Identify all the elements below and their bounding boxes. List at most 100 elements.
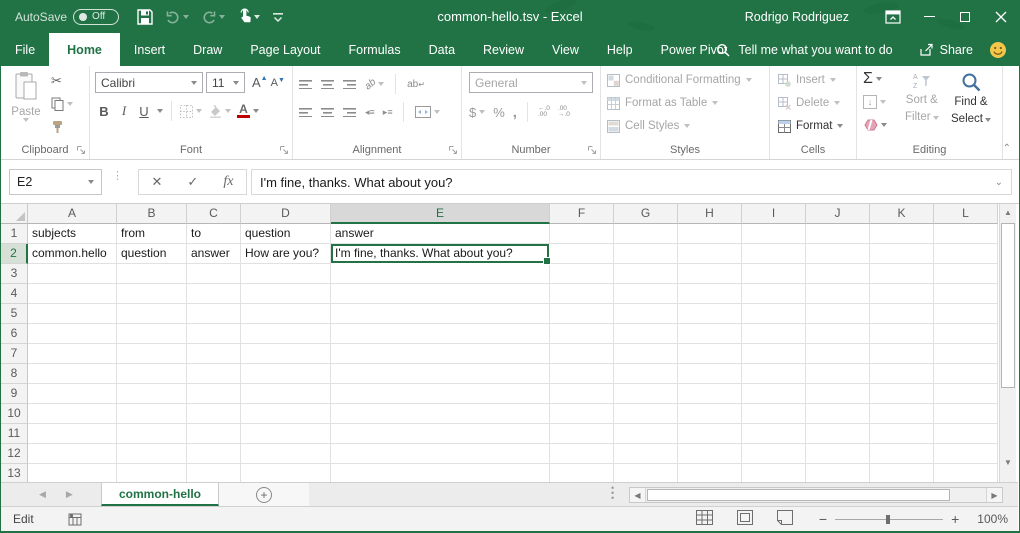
- cell-C11[interactable]: [187, 424, 241, 444]
- cell-A8[interactable]: [28, 364, 117, 384]
- zoom-level[interactable]: 100%: [977, 512, 1008, 526]
- cell-L10[interactable]: [934, 404, 998, 424]
- cell-A7[interactable]: [28, 344, 117, 364]
- cell-B3[interactable]: [117, 264, 187, 284]
- middle-align-button[interactable]: [321, 80, 334, 89]
- cell-H10[interactable]: [678, 404, 742, 424]
- cell-I3[interactable]: [742, 264, 806, 284]
- cell-F11[interactable]: [550, 424, 614, 444]
- touch-mouse-mode-button[interactable]: [233, 4, 264, 30]
- zoom-in-button[interactable]: +: [951, 513, 959, 525]
- formula-input[interactable]: I'm fine, thanks. What about you? ⌄: [251, 169, 1012, 195]
- horizontal-scrollbar-thumb[interactable]: [647, 489, 950, 501]
- fill-color-button[interactable]: [208, 105, 231, 118]
- copy-button[interactable]: [51, 96, 73, 112]
- row-header-2[interactable]: 2: [1, 244, 28, 264]
- cell-J4[interactable]: [806, 284, 870, 304]
- next-sheet-arrow[interactable]: ▶: [66, 489, 73, 500]
- cell-L2[interactable]: [934, 244, 998, 264]
- cell-E12[interactable]: [331, 444, 550, 464]
- cell-J13[interactable]: [806, 464, 870, 482]
- cell-B7[interactable]: [117, 344, 187, 364]
- column-header-D[interactable]: D: [241, 204, 331, 224]
- cell-B10[interactable]: [117, 404, 187, 424]
- cell-H9[interactable]: [678, 384, 742, 404]
- cell-C7[interactable]: [187, 344, 241, 364]
- horizontal-scrollbar[interactable]: ◀ ▶: [629, 487, 1003, 503]
- new-sheet-button[interactable]: +: [256, 487, 272, 503]
- cell-B11[interactable]: [117, 424, 187, 444]
- cell-J2[interactable]: [806, 244, 870, 264]
- user-name[interactable]: Rodrigo Rodriguez: [745, 10, 849, 24]
- column-header-C[interactable]: C: [187, 204, 241, 224]
- tab-help[interactable]: Help: [593, 33, 647, 66]
- tab-review[interactable]: Review: [469, 33, 538, 66]
- cell-H5[interactable]: [678, 304, 742, 324]
- align-left-button[interactable]: [299, 108, 312, 117]
- find-select-button[interactable]: Find & Select: [951, 72, 991, 126]
- cell-C2[interactable]: answer: [187, 244, 241, 264]
- cell-G3[interactable]: [614, 264, 678, 284]
- cell-I8[interactable]: [742, 364, 806, 384]
- tab-insert[interactable]: Insert: [120, 33, 179, 66]
- collapse-ribbon-button[interactable]: ⌃: [1003, 143, 1011, 154]
- cell-E6[interactable]: [331, 324, 550, 344]
- cell-D6[interactable]: [241, 324, 331, 344]
- scroll-up-arrow[interactable]: ▲: [1000, 204, 1016, 221]
- page-break-preview-button[interactable]: [777, 510, 793, 528]
- cell-F9[interactable]: [550, 384, 614, 404]
- cell-A3[interactable]: [28, 264, 117, 284]
- cell-H11[interactable]: [678, 424, 742, 444]
- name-box[interactable]: E2: [9, 169, 102, 195]
- cell-E3[interactable]: [331, 264, 550, 284]
- tab-file[interactable]: File: [1, 33, 49, 66]
- cell-B5[interactable]: [117, 304, 187, 324]
- tab-draw[interactable]: Draw: [179, 33, 236, 66]
- clipboard-dialog-launcher[interactable]: [76, 145, 86, 155]
- cell-I5[interactable]: [742, 304, 806, 324]
- paste-dropdown-caret[interactable]: [23, 118, 29, 122]
- column-header-F[interactable]: F: [550, 204, 614, 224]
- cell-A5[interactable]: [28, 304, 117, 324]
- cut-button[interactable]: ✂: [51, 73, 73, 89]
- redo-button[interactable]: [197, 4, 229, 30]
- enter-button[interactable]: ✓: [187, 174, 198, 190]
- insert-function-button[interactable]: fx: [223, 174, 233, 190]
- cell-G6[interactable]: [614, 324, 678, 344]
- cell-I13[interactable]: [742, 464, 806, 482]
- cell-J3[interactable]: [806, 264, 870, 284]
- cell-E13[interactable]: [331, 464, 550, 482]
- font-color-dropdown-caret[interactable]: [253, 109, 259, 113]
- cell-B9[interactable]: [117, 384, 187, 404]
- cell-A13[interactable]: [28, 464, 117, 482]
- cell-G9[interactable]: [614, 384, 678, 404]
- column-header-L[interactable]: L: [934, 204, 998, 224]
- clear-button[interactable]: [863, 116, 887, 134]
- cell-A1[interactable]: subjects: [28, 224, 117, 244]
- cell-L4[interactable]: [934, 284, 998, 304]
- cell-F6[interactable]: [550, 324, 614, 344]
- cell-L12[interactable]: [934, 444, 998, 464]
- cell-F13[interactable]: [550, 464, 614, 482]
- cell-D11[interactable]: [241, 424, 331, 444]
- cell-G11[interactable]: [614, 424, 678, 444]
- fill-button[interactable]: ↓: [863, 93, 887, 111]
- decrease-font-size-button[interactable]: A▼: [271, 77, 285, 89]
- font-color-button[interactable]: A: [237, 104, 259, 118]
- cell-G1[interactable]: [614, 224, 678, 244]
- cell-B4[interactable]: [117, 284, 187, 304]
- ribbon-display-options-button[interactable]: [875, 0, 911, 33]
- scroll-left-arrow[interactable]: ◀: [630, 488, 646, 502]
- column-header-B[interactable]: B: [117, 204, 187, 224]
- cell-B12[interactable]: [117, 444, 187, 464]
- cell-C10[interactable]: [187, 404, 241, 424]
- cell-F5[interactable]: [550, 304, 614, 324]
- cell-A2[interactable]: common.hello: [28, 244, 117, 264]
- cell-F1[interactable]: [550, 224, 614, 244]
- cell-K6[interactable]: [870, 324, 934, 344]
- accounting-format-button[interactable]: $: [469, 105, 485, 120]
- tab-formulas[interactable]: Formulas: [335, 33, 415, 66]
- normal-view-button[interactable]: [696, 510, 713, 528]
- cell-D5[interactable]: [241, 304, 331, 324]
- bottom-align-button[interactable]: [343, 80, 356, 89]
